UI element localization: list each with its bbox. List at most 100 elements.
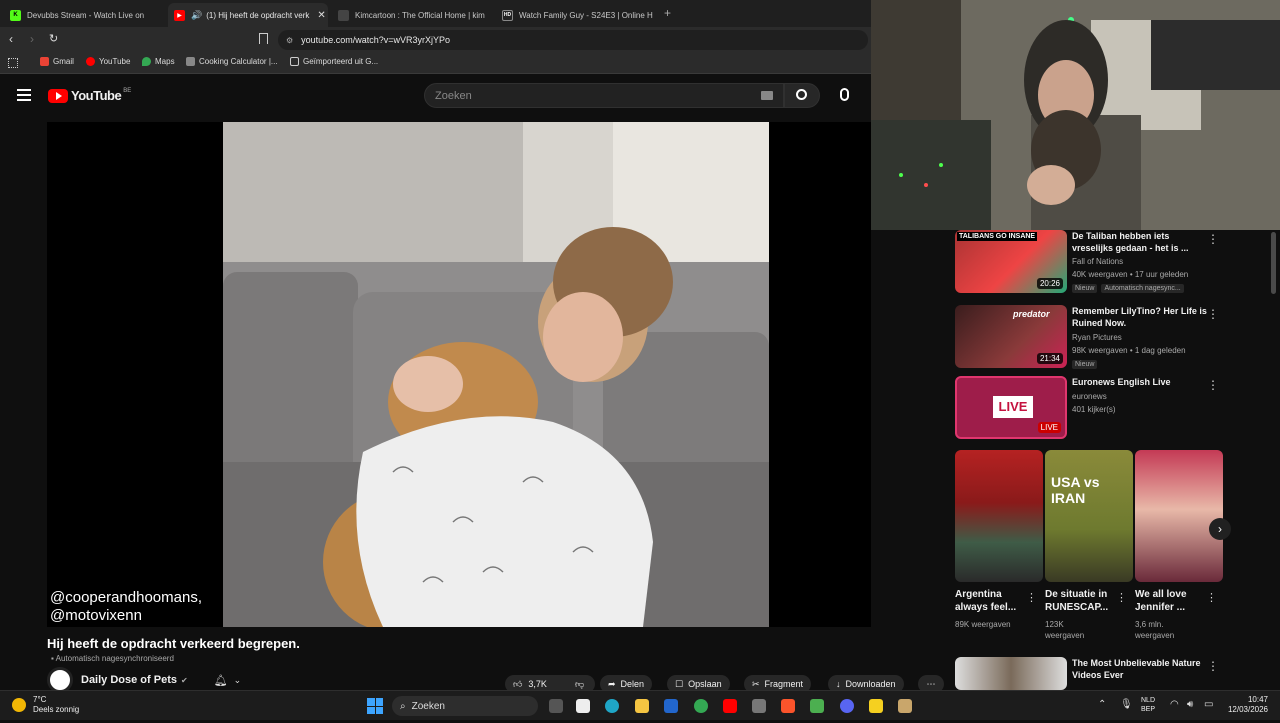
- shorts-next-button[interactable]: ›: [1209, 518, 1231, 540]
- tab-devubbs[interactable]: K Devubbs Stream - Watch Live on: [4, 3, 164, 27]
- battery-icon[interactable]: ▭: [1204, 699, 1213, 710]
- short-title[interactable]: De situatie in RUNESCAP...: [1045, 588, 1125, 614]
- video-letterbox-left: [47, 122, 223, 627]
- tab-family-guy[interactable]: HD Watch Family Guy - S24E3 | Online H: [496, 3, 656, 27]
- reload-icon[interactable]: ↻: [49, 32, 58, 45]
- recommended-video[interactable]: TALIBANS GO INSANE 20:26 De Taliban hebb…: [955, 230, 1235, 296]
- tab-label: Devubbs Stream - Watch Live on: [27, 10, 145, 20]
- recommended-video[interactable]: LIVE LIVE Euronews English Live euronews…: [955, 376, 1235, 442]
- bookmark-cooking[interactable]: Cooking Calculator |...: [186, 57, 278, 66]
- weather-icon[interactable]: [12, 698, 26, 712]
- time: 10:47: [1247, 695, 1268, 704]
- wifi-icon[interactable]: ◠: [1170, 699, 1179, 710]
- short-thumbnail[interactable]: [955, 450, 1043, 582]
- channel-name[interactable]: Daily Dose of Pets: [81, 674, 177, 686]
- chrome-icon[interactable]: [694, 699, 708, 713]
- more-options-icon[interactable]: ⋮: [1207, 232, 1219, 246]
- channel-name[interactable]: Fall of Nations: [1072, 257, 1123, 266]
- more-options-icon[interactable]: ⋮: [1207, 378, 1219, 392]
- app-icon[interactable]: [898, 699, 912, 713]
- microphone-tray-icon[interactable]: 🎙︎: [1120, 699, 1133, 710]
- bookmark-folder[interactable]: Geïmporteerd uit G...: [290, 57, 378, 66]
- outlook-icon[interactable]: [664, 699, 678, 713]
- caption-line-1: @cooperandhoomans,: [50, 589, 202, 606]
- browser-toolbar: ‹ › ↻ ⚙ youtube.com/watch?v=wVR3yrXjYPo: [0, 27, 871, 53]
- tab-youtube-active[interactable]: ▶ 🔊 (1) Hij heeft de opdracht verk ✕: [168, 3, 328, 27]
- search-input[interactable]: Zoeken: [424, 83, 784, 108]
- video-title[interactable]: Euronews English Live: [1072, 376, 1212, 388]
- bookmark-label: YouTube: [99, 57, 131, 66]
- short-thumbnail[interactable]: USA vs IRAN: [1045, 450, 1133, 582]
- weather-widget[interactable]: 7°C Deels zonnig: [33, 695, 79, 715]
- more-options-icon[interactable]: ⋮: [1026, 591, 1037, 604]
- calculator-icon[interactable]: [752, 699, 766, 713]
- bookmark-icon[interactable]: [259, 33, 268, 44]
- channel-name[interactable]: euronews: [1072, 392, 1107, 401]
- short-title[interactable]: Argentina always feel...: [955, 588, 1035, 614]
- search-button[interactable]: [784, 83, 820, 108]
- forward-icon[interactable]: ›: [30, 32, 34, 46]
- short-thumbnail[interactable]: [1135, 450, 1223, 582]
- logo-text: YouTube: [71, 88, 122, 103]
- more-options-icon[interactable]: ⋮: [1207, 307, 1219, 321]
- chevron-down-icon[interactable]: ⌄: [234, 675, 242, 686]
- more-options-icon[interactable]: ⋮: [1206, 591, 1217, 604]
- more-options-icon[interactable]: ⋮: [1207, 659, 1219, 673]
- video-thumbnail[interactable]: [955, 657, 1067, 690]
- like-count: 3,7K: [528, 679, 547, 689]
- windows-start-icon[interactable]: [367, 698, 383, 714]
- bookmark-label: Gmail: [53, 57, 74, 66]
- video-thumbnail[interactable]: LIVE LIVE: [955, 376, 1067, 439]
- youtube-logo[interactable]: YouTube BE: [48, 88, 131, 103]
- verified-icon: ✔: [180, 675, 188, 685]
- more-icon: ⋯: [926, 678, 936, 689]
- edge-icon[interactable]: [605, 699, 619, 713]
- discord-icon[interactable]: [840, 699, 854, 713]
- more-options-icon[interactable]: ⋮: [1116, 591, 1127, 604]
- site-info-icon[interactable]: ⚙: [286, 36, 293, 45]
- address-bar[interactable]: ⚙ youtube.com/watch?v=wVR3yrXjYPo: [278, 30, 868, 50]
- sidebar-scrollbar[interactable]: [1271, 232, 1276, 294]
- language-indicator[interactable]: NLD BEP: [1141, 696, 1155, 714]
- video-player[interactable]: [223, 122, 769, 627]
- taskbar-search[interactable]: ⌕ Zoeken: [392, 696, 538, 716]
- short-title[interactable]: We all love Jennifer ...: [1135, 588, 1215, 614]
- tab-kimcartoon[interactable]: Kimcartoon : The Official Home | kim: [332, 3, 492, 27]
- task-view-icon[interactable]: [549, 699, 563, 713]
- youtube-app-icon[interactable]: [723, 699, 737, 713]
- video-title[interactable]: De Taliban hebben iets vreselijks gedaan…: [1072, 230, 1212, 254]
- search-icon: [796, 89, 807, 100]
- app-icon[interactable]: [869, 699, 883, 713]
- bookmark-youtube[interactable]: YouTube: [86, 57, 130, 66]
- channel-name[interactable]: Ryan Pictures: [1072, 333, 1122, 342]
- taskbar-search-label: Zoeken: [411, 700, 445, 712]
- video-thumbnail[interactable]: TALIBANS GO INSANE 20:26: [955, 230, 1067, 293]
- volume-icon[interactable]: 🔊︎: [1187, 699, 1193, 710]
- microphone-icon[interactable]: [840, 88, 849, 101]
- menu-icon[interactable]: [17, 89, 31, 101]
- clock[interactable]: 10:47 12/03/2026: [1222, 695, 1268, 715]
- recommended-video[interactable]: predator 21:34 Remember LilyTino? Her Li…: [955, 305, 1235, 371]
- new-tab-button[interactable]: +: [664, 6, 671, 20]
- hd-icon: HD: [502, 9, 513, 21]
- video-title[interactable]: Remember LilyTino? Her Life is Ruined No…: [1072, 305, 1212, 329]
- bookmark-maps[interactable]: Maps: [142, 57, 175, 66]
- notification-bell-icon[interactable]: 🔔︎: [214, 674, 228, 687]
- app-icon[interactable]: [810, 699, 824, 713]
- brave-icon[interactable]: [781, 699, 795, 713]
- lang-secondary: BEP: [1141, 706, 1156, 713]
- file-explorer-icon[interactable]: [635, 699, 649, 713]
- bookmark-gmail[interactable]: Gmail: [40, 57, 74, 66]
- dub-note: ▪ Automatisch nagesynchroniseerd: [51, 654, 174, 663]
- video-meta: 40K weergaven • 17 uur geleden: [1072, 270, 1189, 279]
- keyboard-icon[interactable]: [761, 91, 773, 100]
- apps-grid-icon[interactable]: [8, 58, 18, 68]
- close-tab-icon[interactable]: ✕: [317, 10, 325, 21]
- store-icon[interactable]: [576, 699, 590, 713]
- bookmark-label: Geïmporteerd uit G...: [303, 57, 379, 66]
- video-caption-overlay: @cooperandhoomans, @motovixenn: [50, 589, 202, 625]
- back-icon[interactable]: ‹: [9, 32, 13, 46]
- video-title[interactable]: The Most Unbelievable Nature Videos Ever: [1072, 657, 1212, 681]
- video-thumbnail[interactable]: predator 21:34: [955, 305, 1067, 368]
- tray-chevron-icon[interactable]: ⌃: [1098, 699, 1106, 710]
